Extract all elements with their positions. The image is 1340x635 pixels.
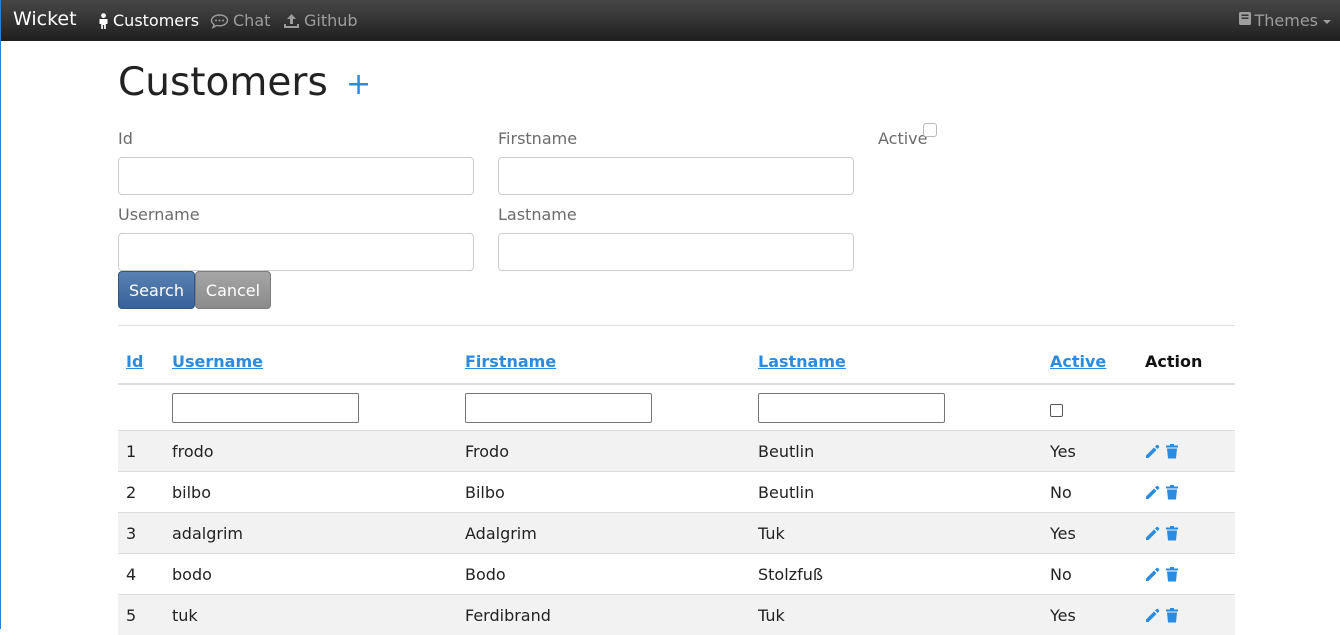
cell-active: No <box>1050 483 1072 502</box>
add-customer-button[interactable]: + <box>346 70 371 100</box>
cell-lastname: Stolzfuß <box>758 565 823 584</box>
cell-active: Yes <box>1050 606 1076 625</box>
delete-trash-icon[interactable] <box>1165 484 1179 505</box>
column-header-active[interactable]: Active <box>1050 352 1106 371</box>
cell-username: frodo <box>172 442 214 461</box>
row-actions <box>1144 484 1179 505</box>
lastname-filter-input[interactable] <box>758 393 945 423</box>
edit-pencil-icon[interactable] <box>1144 607 1161 628</box>
cell-username: adalgrim <box>172 524 243 543</box>
search-button[interactable]: Search <box>118 271 195 309</box>
lastname-field[interactable] <box>498 233 854 271</box>
nav-item-label: Chat <box>233 11 271 30</box>
upload-icon <box>283 13 300 29</box>
column-header-firstname[interactable]: Firstname <box>465 352 556 371</box>
column-header-action: Action <box>1145 352 1203 371</box>
cell-lastname: Beutlin <box>758 483 815 502</box>
nav-item-github[interactable]: Github <box>283 11 358 30</box>
cell-id: 3 <box>126 524 137 543</box>
firstname-field[interactable] <box>498 157 854 195</box>
book-icon <box>1238 11 1252 30</box>
row-actions <box>1144 566 1179 587</box>
firstname-label: Firstname <box>498 129 578 148</box>
cell-active: Yes <box>1050 524 1076 543</box>
table-row: 1 frodo Frodo Beutlin Yes <box>118 430 1235 471</box>
edit-pencil-icon[interactable] <box>1144 525 1161 546</box>
table-header-row: Id Username Firstname Lastname Active Ac… <box>118 342 1235 383</box>
cell-username: bodo <box>172 565 212 584</box>
delete-trash-icon[interactable] <box>1165 525 1179 546</box>
cell-firstname: Adalgrim <box>465 524 537 543</box>
table-row: 2 bilbo Bilbo Beutlin No <box>118 471 1235 512</box>
row-actions <box>1144 525 1179 546</box>
comment-icon <box>210 13 229 29</box>
active-checkbox[interactable] <box>923 123 937 137</box>
cell-id: 5 <box>126 606 137 625</box>
cell-active: Yes <box>1050 442 1076 461</box>
delete-trash-icon[interactable] <box>1165 566 1179 587</box>
delete-trash-icon[interactable] <box>1165 607 1179 628</box>
cell-firstname: Bodo <box>465 565 506 584</box>
person-icon <box>98 12 109 29</box>
edit-pencil-icon[interactable] <box>1144 566 1161 587</box>
cell-firstname: Bilbo <box>465 483 505 502</box>
nav-item-label: Github <box>304 11 358 30</box>
cancel-button[interactable]: Cancel <box>195 271 271 309</box>
column-header-id[interactable]: Id <box>126 352 143 371</box>
username-filter-input[interactable] <box>172 393 359 423</box>
themes-label: Themes <box>1254 11 1318 30</box>
edit-pencil-icon[interactable] <box>1144 443 1161 464</box>
table-row: 4 bodo Bodo Stolzfuß No <box>118 553 1235 594</box>
row-actions <box>1144 607 1179 628</box>
id-field[interactable] <box>118 157 474 195</box>
cell-id: 2 <box>126 483 137 502</box>
cell-id: 4 <box>126 565 137 584</box>
lastname-label: Lastname <box>498 205 577 224</box>
edit-pencil-icon[interactable] <box>1144 484 1161 505</box>
delete-trash-icon[interactable] <box>1165 443 1179 464</box>
themes-dropdown[interactable]: Themes <box>1238 11 1331 30</box>
nav-item-chat[interactable]: Chat <box>210 11 270 30</box>
cell-username: bilbo <box>172 483 211 502</box>
top-navbar: Wicket Customers Chat Github Themes <box>1 0 1340 41</box>
cell-firstname: Ferdibrand <box>465 606 551 625</box>
cell-username: tuk <box>172 606 198 625</box>
table-row: 3 adalgrim Adalgrim Tuk Yes <box>118 512 1235 553</box>
cell-id: 1 <box>126 442 137 461</box>
filter-row <box>118 383 1235 430</box>
column-header-username[interactable]: Username <box>172 352 263 371</box>
page-title: Customers <box>118 60 328 105</box>
cell-active: No <box>1050 565 1072 584</box>
id-label: Id <box>118 129 133 148</box>
nav-item-label: Customers <box>113 11 200 30</box>
active-filter-checkbox[interactable] <box>1050 404 1063 417</box>
row-actions <box>1144 443 1179 464</box>
brand-logo[interactable]: Wicket <box>13 8 77 30</box>
active-label: Active <box>878 129 928 148</box>
column-header-lastname[interactable]: Lastname <box>758 352 846 371</box>
section-divider <box>118 325 1235 326</box>
caret-down-icon <box>1323 19 1331 24</box>
cell-lastname: Tuk <box>758 606 785 625</box>
username-field[interactable] <box>118 233 474 271</box>
username-label: Username <box>118 205 200 224</box>
cell-firstname: Frodo <box>465 442 509 461</box>
cell-lastname: Beutlin <box>758 442 815 461</box>
firstname-filter-input[interactable] <box>465 393 652 423</box>
nav-item-customers[interactable]: Customers <box>98 11 199 30</box>
cell-lastname: Tuk <box>758 524 785 543</box>
